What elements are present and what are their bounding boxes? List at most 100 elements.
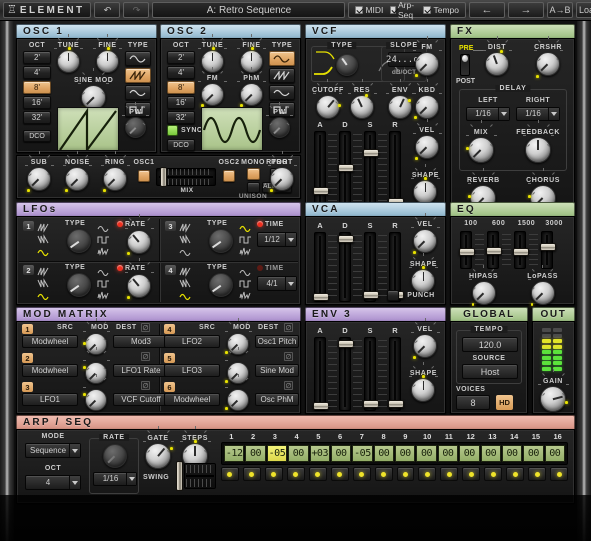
osc2-tune-knob[interactable]: [198, 34, 227, 73]
osc2-oct-8[interactable]: 8': [167, 81, 195, 94]
osc1-oct-32[interactable]: 32': [23, 111, 51, 124]
seq-value-2[interactable]: 00: [245, 445, 266, 462]
mono-button[interactable]: [247, 168, 260, 180]
global-voices-value[interactable]: 8: [456, 395, 490, 410]
lfo-4-time-select[interactable]: 4/1: [257, 276, 297, 291]
seq-value-6[interactable]: 00: [330, 445, 352, 462]
chevron-down-icon[interactable]: [548, 108, 559, 120]
mm-row-3-amount-knob[interactable]: [82, 374, 107, 411]
osc2-fine-knob[interactable]: [237, 34, 266, 73]
mm-row-2-amount-knob[interactable]: [82, 347, 110, 384]
env3-vel-knob[interactable]: [410, 318, 440, 359]
eq-band-1500-slider[interactable]: [513, 231, 529, 269]
ab-compare-button[interactable]: A→B: [547, 2, 573, 18]
out-gain-knob[interactable]: [537, 369, 569, 412]
mm-row-5-src[interactable]: LFO3: [164, 364, 220, 377]
seq-gate-16[interactable]: [550, 467, 568, 481]
fx-crshr-knob[interactable]: [533, 36, 563, 78]
eq-hipass-knob[interactable]: [469, 265, 496, 306]
osc1-type-tri[interactable]: [125, 85, 151, 100]
osc1-tune-knob[interactable]: [54, 34, 83, 73]
fx-mix-knob[interactable]: [465, 120, 497, 163]
vcf-decay-slider[interactable]: [338, 131, 354, 208]
fx-dist-knob[interactable]: [482, 36, 512, 76]
osc2-type-tri[interactable]: [269, 85, 295, 100]
mm-row-6-amount-knob[interactable]: [224, 374, 249, 411]
mm-row-2-dest[interactable]: LFO1 Rate: [113, 364, 169, 377]
fx-delay-right-select[interactable]: 1/16: [516, 107, 560, 121]
fx-pre-post-switch[interactable]: [460, 54, 470, 76]
noise-knob[interactable]: [62, 151, 92, 192]
seq-value-7[interactable]: -05: [352, 445, 373, 462]
lfo-1-rate-knob[interactable]: [124, 214, 154, 255]
global-source-value[interactable]: Host: [462, 364, 518, 379]
arpseq-toggle[interactable]: Arp-Seq: [390, 0, 416, 20]
chevron-down-icon[interactable]: [285, 277, 296, 290]
chevron-down-icon[interactable]: [285, 233, 296, 246]
mm-row-3-dest[interactable]: VCF Cutoff: [113, 393, 169, 406]
seq-gate-13[interactable]: [484, 467, 503, 481]
osc2-oct-4[interactable]: 4': [167, 66, 195, 79]
vcf-sustain-slider[interactable]: [363, 131, 379, 208]
seq-gate-14[interactable]: [506, 467, 525, 481]
osc1-oct-16[interactable]: 16': [23, 96, 51, 109]
lfo-2-rate-knob[interactable]: [124, 258, 154, 299]
mm-row-4-src[interactable]: LFO2: [164, 335, 220, 348]
eq-lopass-knob[interactable]: [528, 265, 555, 306]
osc1-type-saw[interactable]: [125, 68, 151, 83]
arp-swing-slider[interactable]: [174, 461, 216, 491]
vcf-release-slider[interactable]: [388, 131, 404, 208]
seq-gate-3[interactable]: [264, 467, 283, 481]
prev-preset-button[interactable]: ←: [469, 2, 505, 18]
seq-gate-7[interactable]: [352, 467, 371, 481]
seq-value-5[interactable]: +03: [309, 445, 330, 462]
env3-shape-knob[interactable]: [408, 362, 438, 402]
seq-value-10[interactable]: 00: [416, 445, 437, 462]
osc2-type-saw[interactable]: [269, 68, 295, 83]
seq-value-13[interactable]: 00: [480, 445, 501, 462]
mm-row3-bypass-icon[interactable]: ∅: [141, 381, 150, 390]
osc2-sync-led[interactable]: [167, 125, 178, 136]
vca-punch-button[interactable]: [387, 290, 399, 301]
seq-gate-5[interactable]: [308, 467, 327, 481]
mix-slider[interactable]: [156, 167, 216, 187]
chevron-down-icon[interactable]: [69, 444, 80, 457]
unison-button[interactable]: [247, 182, 260, 193]
osc2-oct-32[interactable]: 32': [167, 111, 195, 124]
vcf-env-knob[interactable]: [385, 79, 415, 119]
mm-row-4-dest[interactable]: Osc1 Pitch: [255, 335, 299, 348]
vcf-fm-knob[interactable]: [412, 36, 442, 77]
eq-band-100-slider[interactable]: [459, 231, 475, 269]
seq-value-4[interactable]: 00: [288, 445, 309, 462]
seq-gate-1[interactable]: [221, 467, 239, 481]
load-button[interactable]: Load: [576, 2, 591, 18]
vcf-vel-knob[interactable]: [412, 119, 442, 160]
global-tempo-value[interactable]: 120.0: [462, 337, 518, 352]
seq-value-12[interactable]: 00: [459, 445, 480, 462]
osc2-type-sine[interactable]: [269, 51, 295, 66]
seq-value-9[interactable]: 00: [395, 445, 416, 462]
osc2-oct-16[interactable]: 16': [167, 96, 195, 109]
osc1-oct-4[interactable]: 4': [23, 66, 51, 79]
env3-release-slider[interactable]: [388, 337, 404, 411]
mm-row-4-amount-knob[interactable]: [224, 318, 252, 355]
mm-row2-bypass-icon[interactable]: ∅: [141, 352, 150, 361]
env3-attack-slider[interactable]: [313, 337, 329, 411]
lfo-2-type-knob[interactable]: [67, 273, 91, 297]
seq-value-3[interactable]: -05: [266, 445, 288, 462]
vcf-attack-slider[interactable]: [313, 131, 329, 208]
osc1-oct-2[interactable]: 2': [23, 51, 51, 64]
osc2-dco-button[interactable]: DCO: [167, 139, 195, 151]
osc1-type-sine[interactable]: [125, 51, 151, 66]
mix-osc2-button[interactable]: [223, 170, 235, 182]
arp-rate-knob[interactable]: [103, 444, 127, 468]
mm-row-6-dest[interactable]: Osc PhM: [255, 393, 299, 406]
undo-button[interactable]: ↶: [94, 2, 121, 18]
chevron-down-icon[interactable]: [126, 473, 136, 485]
osc1-fine-knob[interactable]: [93, 34, 122, 73]
midi-toggle[interactable]: MIDI: [355, 5, 383, 15]
vcf-kbd-knob[interactable]: [412, 79, 442, 119]
mm-row-5-amount-knob[interactable]: [224, 347, 249, 384]
mm-row-2-src[interactable]: Modwheel: [22, 364, 78, 377]
redo-button[interactable]: ↷: [123, 2, 150, 18]
